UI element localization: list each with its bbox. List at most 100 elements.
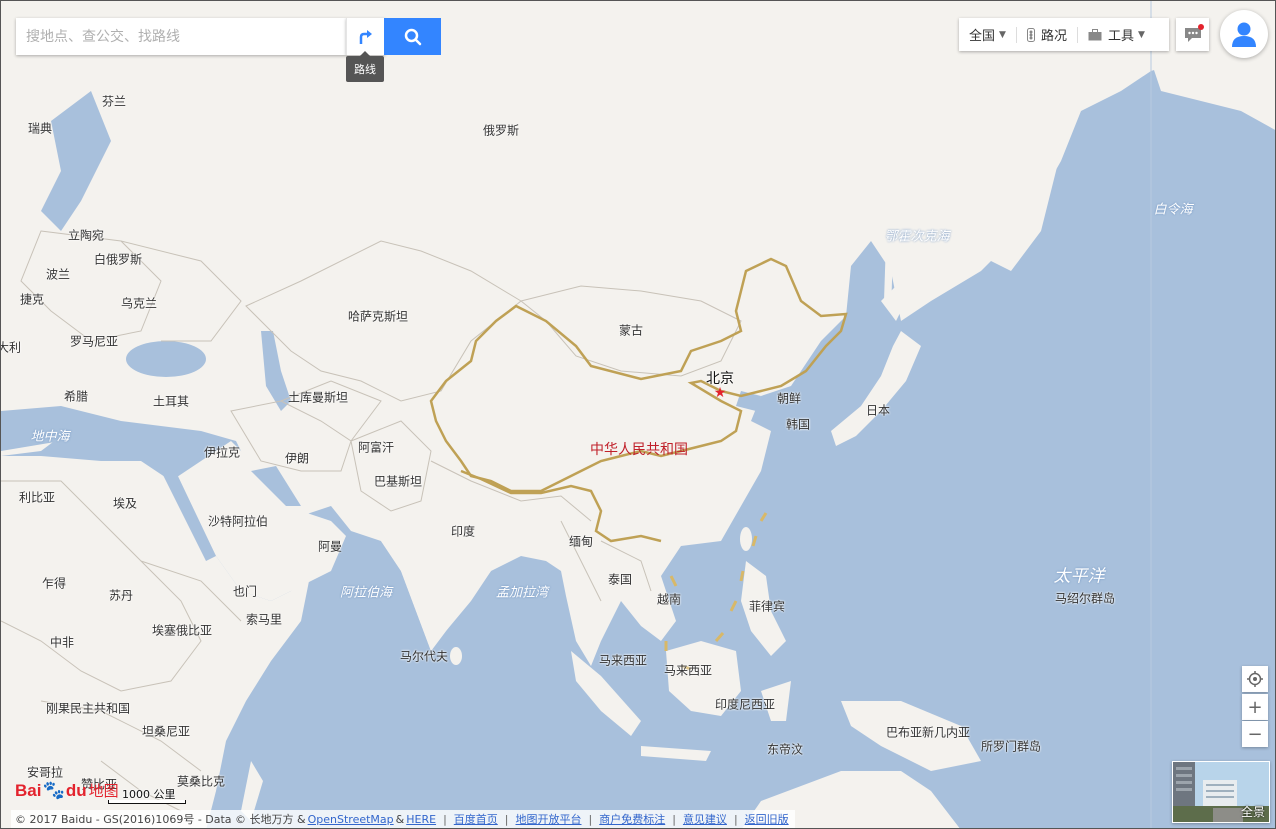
country-label-poland: 波兰 xyxy=(45,267,71,282)
country-label-japan: 日本 xyxy=(865,403,891,418)
search-button[interactable] xyxy=(384,18,441,55)
country-label-czech: 捷克 xyxy=(19,292,45,307)
link-separator: | xyxy=(733,812,738,826)
user-icon xyxy=(1232,22,1256,47)
route-button[interactable] xyxy=(346,18,385,55)
logo-text-du: du xyxy=(65,781,87,800)
copyright-ampersand: & xyxy=(395,812,405,826)
country-label-drc: 刚果民主共和国 xyxy=(45,701,131,716)
country-label-turkmenistan: 土库曼斯坦 xyxy=(287,390,349,405)
country-label-chad: 乍得 xyxy=(41,576,67,591)
user-avatar-button[interactable] xyxy=(1220,10,1268,58)
minus-icon: − xyxy=(1247,723,1263,745)
link-old-version[interactable]: 返回旧版 xyxy=(745,811,789,827)
link-baidu-home[interactable]: 百度首页 xyxy=(454,811,498,827)
sea-label-okhotsk: 鄂霍次克海 xyxy=(884,229,950,245)
link-feedback[interactable]: 意见建议 xyxy=(683,811,727,827)
sea-label-arabian-sea: 阿拉伯海 xyxy=(339,585,393,601)
link-separator: | xyxy=(504,812,509,826)
country-label-south-korea: 韩国 xyxy=(785,417,811,432)
country-label-north-korea: 朝鲜 xyxy=(776,391,802,406)
country-label-saudi: 沙特阿拉伯 xyxy=(207,514,269,529)
message-button[interactable] xyxy=(1176,18,1209,51)
country-label-sweden: 瑞典 xyxy=(27,121,53,136)
country-label-marshall: 马绍尔群岛 xyxy=(1054,591,1116,606)
panorama-label: 全景 xyxy=(1240,805,1265,819)
sea-label-bering: 白令海 xyxy=(1153,202,1193,218)
country-label-angola: 安哥拉 xyxy=(26,765,64,780)
sea-label-bay-of-bengal: 孟加拉湾 xyxy=(495,585,549,601)
country-label-png: 巴布亚新几内亚 xyxy=(885,725,971,740)
country-label-india: 印度 xyxy=(450,524,476,539)
traffic-light-icon xyxy=(1026,27,1035,42)
country-label-maldives: 马尔代夫 xyxy=(399,649,449,664)
country-label-libya: 利比亚 xyxy=(18,490,56,505)
country-label-afghanistan: 阿富汗 xyxy=(357,440,395,455)
country-label-iraq: 伊拉克 xyxy=(203,445,241,460)
search-icon xyxy=(404,28,421,45)
country-label-romania: 罗马尼亚 xyxy=(69,334,119,349)
traffic-label: 路况 xyxy=(1040,29,1067,44)
region-dropdown[interactable]: 全国 ▼ xyxy=(959,18,1016,51)
country-label-china: 中华人民共和国 xyxy=(590,442,688,458)
country-label-yemen: 也门 xyxy=(232,584,258,599)
country-label-malaysia-east: 马来西亚 xyxy=(663,663,713,678)
sea-label-mediterranean: 地中海 xyxy=(30,429,70,445)
baidu-map-logo[interactable]: Bai 🐾 du 地图 xyxy=(15,780,119,801)
region-label: 全国 xyxy=(969,29,996,44)
chevron-down-icon: ▼ xyxy=(999,29,1006,40)
country-label-thailand: 泰国 xyxy=(607,572,633,587)
plus-icon: + xyxy=(1247,696,1263,718)
search-box xyxy=(16,18,346,55)
copyright-bar: © 2017 Baidu - GS(2016)1069号 - Data © 长地… xyxy=(11,810,795,828)
baidu-paw-icon: 🐾 xyxy=(42,780,65,801)
country-label-philippines: 菲律宾 xyxy=(748,599,786,614)
route-arrow-icon xyxy=(359,29,372,44)
locate-icon xyxy=(1247,671,1263,687)
zoom-in-button[interactable]: + xyxy=(1242,694,1268,720)
country-label-sudan: 苏丹 xyxy=(108,588,134,603)
tools-dropdown[interactable]: 工具 ▼ xyxy=(1078,18,1155,51)
map-base xyxy=(1,1,1275,828)
country-label-italy: 大利 xyxy=(1,340,22,355)
link-merchant-annotation[interactable]: 商户免费标注 xyxy=(599,811,665,827)
country-label-finland: 芬兰 xyxy=(101,94,127,109)
capital-star-icon[interactable]: ★ xyxy=(714,385,727,401)
country-label-russia: 俄罗斯 xyxy=(482,123,520,138)
map-canvas[interactable]: 芬兰 瑞典 俄罗斯 立陶宛 白俄罗斯 波兰 捷克 乌克兰 罗马尼亚 大利 希腊 … xyxy=(0,0,1276,829)
country-label-mozambique: 莫桑比克 xyxy=(176,774,226,789)
panorama-thumbnail[interactable]: 全景 xyxy=(1172,761,1270,823)
country-label-solomon: 所罗门群岛 xyxy=(980,739,1042,754)
link-separator: | xyxy=(588,812,593,826)
country-label-vietnam: 越南 xyxy=(656,592,682,607)
country-label-iran: 伊朗 xyxy=(284,451,310,466)
locate-button[interactable] xyxy=(1242,666,1268,692)
link-separator: | xyxy=(443,812,447,826)
notification-dot xyxy=(1198,24,1204,30)
country-label-pakistan: 巴基斯坦 xyxy=(373,474,423,489)
copyright-text: © 2017 Baidu - GS(2016)1069号 - Data © 长地… xyxy=(15,813,306,826)
map-toolbar: 全国 ▼ 路况 工具 ▼ xyxy=(959,18,1169,51)
scale-bar xyxy=(108,800,186,804)
logo-text-bai: Bai xyxy=(15,781,42,800)
country-label-east-timor: 东帝汶 xyxy=(766,742,804,757)
country-label-car: 中非 xyxy=(49,635,75,650)
country-label-turkey: 土耳其 xyxy=(152,394,190,409)
country-label-egypt: 埃及 xyxy=(112,496,138,511)
country-label-greece: 希腊 xyxy=(63,389,89,404)
tools-label: 工具 xyxy=(1107,29,1134,44)
traffic-toggle[interactable]: 路况 xyxy=(1017,18,1077,51)
link-openstreetmap[interactable]: OpenStreetMap xyxy=(308,813,394,826)
toolbox-icon xyxy=(1088,28,1102,40)
country-label-ethiopia: 埃塞俄比亚 xyxy=(151,623,213,638)
country-label-indonesia: 印度尼西亚 xyxy=(714,697,776,712)
country-label-mongolia: 蒙古 xyxy=(618,323,644,338)
zoom-out-button[interactable]: − xyxy=(1242,721,1268,747)
search-input[interactable] xyxy=(16,18,346,55)
country-label-oman: 阿曼 xyxy=(317,539,343,554)
country-label-belarus: 白俄罗斯 xyxy=(93,252,143,267)
link-open-platform[interactable]: 地图开放平台 xyxy=(516,811,582,827)
link-here[interactable]: HERE xyxy=(406,813,436,826)
country-label-somalia: 索马里 xyxy=(245,612,283,627)
sea-label-pacific: 太平洋 xyxy=(1053,566,1105,587)
